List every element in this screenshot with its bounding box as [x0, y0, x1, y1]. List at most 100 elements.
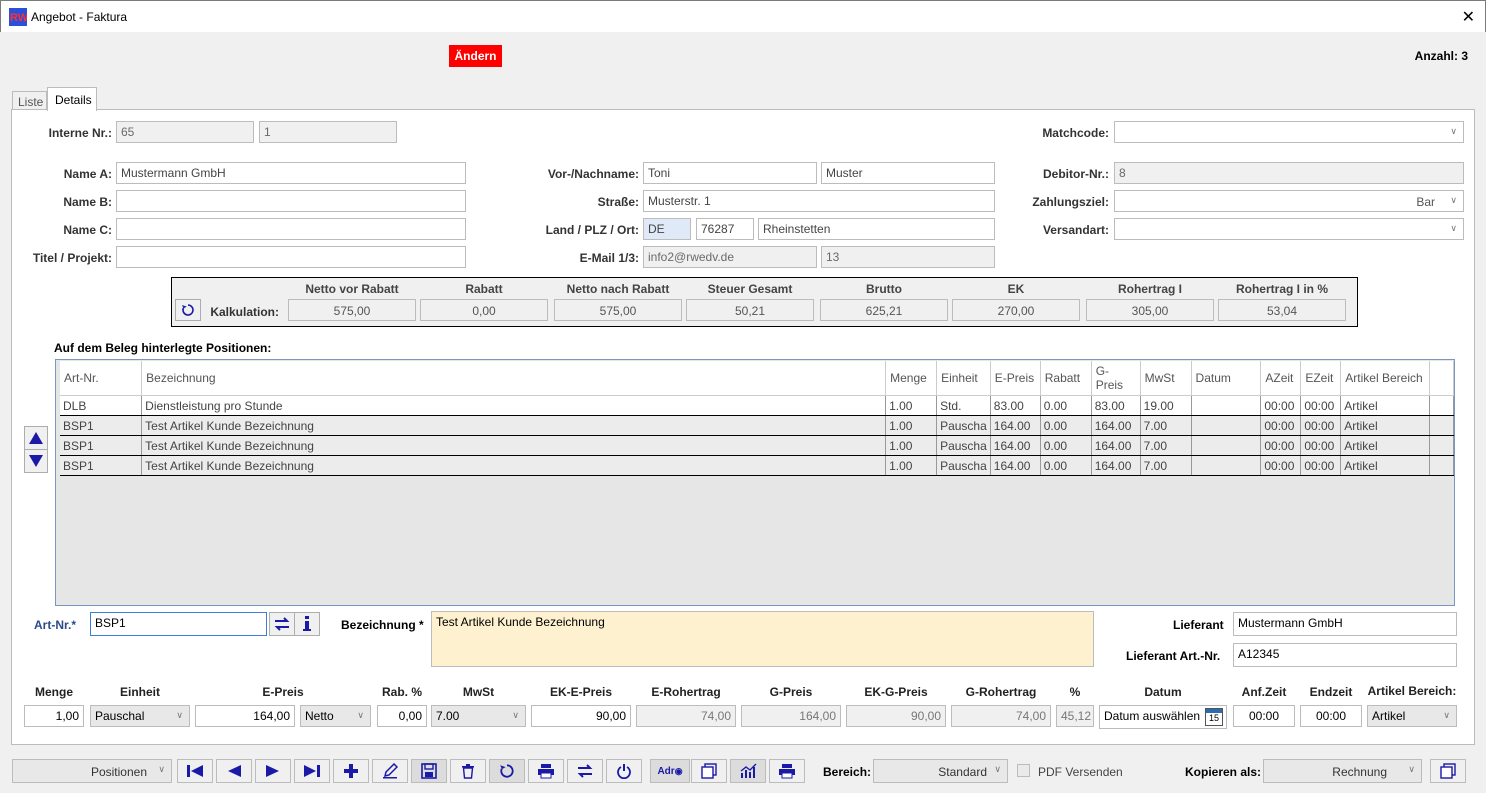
rab-input[interactable]: 0,00 [377, 705, 427, 727]
swap-artnr-button[interactable] [269, 612, 295, 636]
close-icon[interactable]: ✕ [1462, 7, 1475, 27]
column-header[interactable]: Bezeichnung [141, 361, 887, 396]
kalk-value[interactable]: 0,00 [420, 299, 548, 321]
kalk-value[interactable]: 575,00 [554, 299, 682, 321]
vorname-field[interactable]: Toni [643, 162, 817, 184]
calendar-icon[interactable]: 15 [1205, 708, 1223, 726]
table-cell [1191, 395, 1262, 416]
table-row[interactable]: DLB Dienstleistung pro Stunde 1.00 Std. 83.0… [60, 395, 1454, 416]
endzeit-head: Endzeit [1309, 685, 1353, 699]
table-row[interactable]: BSP1 Test Artikel Kunde Bezeichnung 1.00 Pa… [60, 455, 1454, 476]
power-button[interactable] [606, 759, 642, 783]
zahlungsziel-combo[interactable]: Bar ∨ [1114, 190, 1464, 212]
first-record-button[interactable] [177, 759, 213, 783]
erohertrag-input[interactable]: 74,00 [636, 705, 736, 727]
anfzeit-input[interactable]: 00:00 [1233, 705, 1295, 727]
column-header[interactable]: AZeit [1260, 361, 1302, 396]
print2-button[interactable] [769, 759, 805, 783]
refresh-kalkulation-button[interactable] [175, 299, 201, 321]
bereich-combo[interactable]: Artikel ∨ [1367, 705, 1457, 727]
name-a-field[interactable]: Mustermann GmbH [116, 162, 466, 184]
address-button[interactable]: Adr ◉ [650, 759, 690, 783]
grohertrag-input[interactable]: 74,00 [951, 705, 1051, 727]
move-up-button[interactable] [24, 426, 48, 450]
save-button[interactable] [411, 759, 447, 783]
plz-field[interactable]: 76287 [696, 218, 754, 240]
refresh-button[interactable] [489, 759, 525, 783]
lief-artnr-field[interactable]: A12345 [1233, 643, 1457, 667]
column-header[interactable]: E-Preis [990, 361, 1041, 396]
epreis-input[interactable]: 164,00 [195, 705, 295, 727]
email-num-field[interactable]: 13 [821, 246, 995, 268]
print-button[interactable] [528, 759, 564, 783]
positions-grid: Art-Nr. Bezeichnung Menge Einheit E-Preis Rab… [55, 359, 1455, 606]
titel-field[interactable] [116, 246, 466, 268]
positionen-combo[interactable]: Positionen ∨ [12, 759, 172, 783]
artnr-field[interactable]: BSP1 [90, 612, 267, 636]
bez-field[interactable]: Test Artikel Kunde Bezeichnung [431, 611, 1094, 667]
column-header[interactable]: Art-Nr. [60, 361, 143, 396]
endzeit-input[interactable]: 00:00 [1300, 705, 1362, 727]
ort-field[interactable]: Rheinstetten [758, 218, 995, 240]
interne-nr2-field[interactable]: 1 [259, 121, 397, 143]
einheit-combo[interactable]: Pauschal ∨ [90, 705, 190, 727]
pct-input[interactable]: 45,12 [1056, 705, 1094, 727]
edit-button[interactable] [372, 759, 408, 783]
kalk-value[interactable]: 625,21 [820, 299, 948, 321]
kalk-value[interactable]: 50,21 [686, 299, 814, 321]
mwst-combo[interactable]: 7.00 ∨ [431, 705, 526, 727]
delete-button[interactable] [450, 759, 486, 783]
tab-details[interactable]: Details [47, 87, 97, 111]
address-icon: ◉ [674, 765, 683, 776]
debitor-field[interactable]: 8 [1114, 162, 1464, 184]
copy-button[interactable] [691, 759, 727, 783]
strasse-field[interactable]: Musterstr. 1 [643, 190, 995, 212]
ekgpreis-input[interactable]: 90,00 [846, 705, 946, 727]
name-b-field[interactable] [116, 190, 466, 212]
next-record-button[interactable] [255, 759, 291, 783]
add-button[interactable] [333, 759, 369, 783]
kalk-value[interactable]: 270,00 [952, 299, 1080, 321]
datum-picker[interactable]: Datum auswählen 15 [1099, 705, 1227, 729]
name-c-field[interactable] [116, 218, 466, 240]
land-field[interactable]: DE [643, 218, 691, 240]
matchcode-combo[interactable]: ∨ [1114, 121, 1464, 143]
column-header[interactable]: Menge [885, 361, 938, 396]
plus-icon [344, 764, 358, 778]
kalk-value[interactable]: 575,00 [288, 299, 416, 321]
bereich-bottom-combo[interactable]: Standard ∨ [873, 759, 1008, 783]
table-row[interactable]: BSP1 Test Artikel Kunde Bezeichnung 1.00 Pa… [60, 415, 1454, 436]
kopieren-combo[interactable]: Rechnung ∨ [1263, 759, 1422, 783]
move-down-button[interactable] [24, 449, 48, 473]
kalk-value[interactable]: 53,04 [1218, 299, 1346, 321]
bereich-value: Artikel [1372, 709, 1406, 723]
gpreis-input[interactable]: 164,00 [741, 705, 841, 727]
swap-button[interactable] [567, 759, 603, 783]
ekepreis-input[interactable]: 90,00 [531, 705, 631, 727]
change-button[interactable]: Ändern [449, 45, 502, 67]
last-record-button[interactable] [294, 759, 330, 783]
column-header[interactable]: Datum [1191, 361, 1262, 396]
column-header[interactable]: Artikel Bereich [1340, 361, 1431, 396]
lieferant-field[interactable]: Mustermann GmbH [1233, 612, 1457, 636]
column-header[interactable]: G-Preis [1091, 361, 1141, 396]
netto-combo[interactable]: Netto ∨ [300, 705, 371, 727]
table-row[interactable]: BSP1 Test Artikel Kunde Bezeichnung 1.00 Pa… [60, 435, 1454, 456]
table-cell: Std. [936, 395, 991, 416]
menge-input[interactable]: 1,00 [24, 705, 84, 727]
interne-nr-field[interactable]: 65 [116, 121, 254, 143]
tab-liste[interactable]: Liste [12, 91, 47, 110]
column-header[interactable]: MwSt [1140, 361, 1192, 396]
prev-record-button[interactable] [216, 759, 252, 783]
nachname-field[interactable]: Muster [821, 162, 995, 184]
info-button[interactable] [294, 612, 320, 636]
statistics-button[interactable] [730, 759, 766, 783]
pdf-checkbox[interactable] [1017, 764, 1030, 777]
column-header[interactable]: Einheit [936, 361, 991, 396]
column-header[interactable]: EZeit [1300, 361, 1342, 396]
email-field[interactable]: info2@rwedv.de [643, 246, 817, 268]
kalk-value[interactable]: 305,00 [1086, 299, 1214, 321]
versandart-combo[interactable]: ∨ [1114, 218, 1464, 240]
kopieren-button[interactable] [1430, 759, 1466, 783]
column-header[interactable]: Rabatt [1040, 361, 1092, 396]
